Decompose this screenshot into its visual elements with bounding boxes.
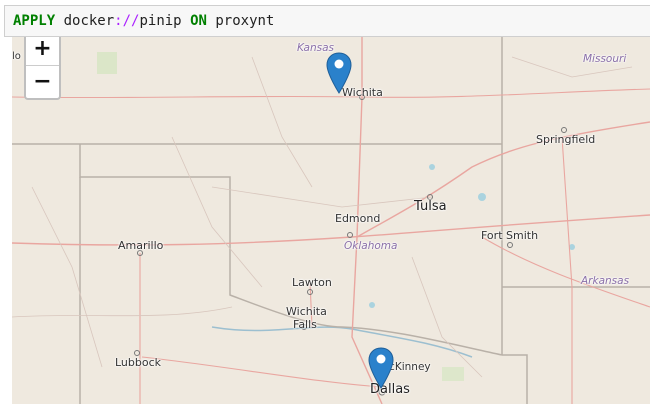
- uri-target: pinip: [139, 13, 182, 29]
- road: [211, 186, 433, 208]
- zoom-in-button[interactable]: +: [26, 37, 59, 66]
- city-dot: [134, 350, 140, 356]
- highway: [12, 214, 650, 246]
- city-label-wichita-falls: Falls: [293, 318, 317, 331]
- uri-separator: ://: [114, 13, 140, 29]
- map-marker-icon[interactable]: [367, 346, 395, 390]
- red-river: [211, 326, 473, 358]
- highway: [141, 356, 383, 388]
- state-label-arkansas: Arkansas: [581, 275, 630, 287]
- city-label-fort-smith: Fort Smith: [481, 229, 539, 242]
- city-label-tulsa: Tulsa: [414, 199, 447, 214]
- road: [31, 186, 103, 368]
- lake: [429, 164, 435, 170]
- highway: [561, 136, 573, 404]
- on-keyword: ON: [190, 13, 207, 29]
- map-marker-icon[interactable]: [325, 51, 353, 95]
- road: [411, 256, 483, 378]
- park-area: [442, 367, 464, 381]
- road: [251, 56, 313, 188]
- city-label-wichita-falls: Wichita: [286, 305, 327, 318]
- lake: [369, 302, 375, 308]
- command-input[interactable]: APPLY docker://pinip ON proxynt: [4, 5, 650, 37]
- city-label-amarillo: Amarillo: [118, 239, 164, 252]
- city-dot: [561, 127, 567, 133]
- uri-scheme: docker: [63, 13, 115, 29]
- city-label-edmond: Edmond: [335, 212, 381, 225]
- place-label: lo: [12, 51, 21, 62]
- zoom-out-button[interactable]: −: [26, 66, 59, 98]
- lake: [478, 193, 486, 201]
- map-view[interactable]: + − irie lo Kansas Wichita Missouri Spri…: [12, 37, 650, 404]
- highway: [356, 121, 650, 238]
- apply-keyword: APPLY: [13, 13, 56, 29]
- road: [171, 136, 263, 288]
- state-label-oklahoma: Oklahoma: [344, 240, 398, 252]
- host-name: proxynt: [215, 13, 275, 29]
- state-border: [502, 354, 528, 404]
- highway: [481, 236, 650, 308]
- city-label-lubbock: Lubbock: [115, 356, 162, 369]
- road: [12, 306, 233, 318]
- zoom-control: + −: [24, 37, 61, 100]
- city-dot: [507, 242, 513, 248]
- state-label-missouri: Missouri: [583, 53, 627, 65]
- bottom-edge: [0, 404, 650, 408]
- city-label-springfield: Springfield: [536, 133, 596, 146]
- park-area: [97, 52, 117, 74]
- city-label-lawton: Lawton: [292, 276, 332, 289]
